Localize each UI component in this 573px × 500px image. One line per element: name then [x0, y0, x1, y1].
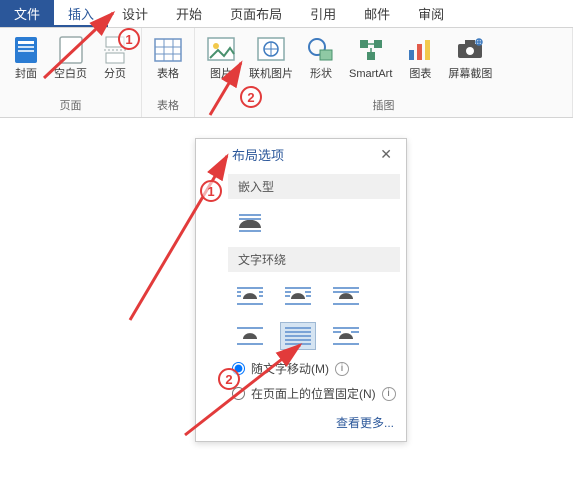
info-icon[interactable]: i — [382, 387, 396, 401]
layout-opt-tight[interactable] — [280, 282, 316, 310]
group-label: 表格 — [146, 95, 190, 117]
ribbon-body: 封面 空白页 分页 页面 表格 — [0, 28, 573, 118]
callout-2-picture: 2 — [240, 86, 262, 108]
btn-smartart[interactable]: SmartArt — [343, 30, 398, 81]
screenshot-icon — [454, 34, 486, 66]
tab-mail[interactable]: 邮件 — [350, 0, 404, 27]
group-tables: 表格 表格 — [142, 28, 195, 117]
btn-table[interactable]: 表格 — [146, 30, 190, 81]
picture-icon — [205, 34, 237, 66]
layout-opt-topbottom[interactable] — [232, 322, 268, 350]
btn-label: 封面 — [15, 68, 37, 81]
tab-design[interactable]: 设计 — [108, 0, 162, 27]
tab-references[interactable]: 引用 — [296, 0, 350, 27]
btn-label: 分页 — [104, 68, 126, 81]
layout-options-popout: 布局选项 ✕ 嵌入型 文字环绕 随文字移动(M) i 在页面上的位置固定 — [195, 138, 407, 442]
table-icon — [152, 34, 184, 66]
btn-label: 表格 — [157, 68, 179, 81]
info-icon[interactable]: i — [335, 362, 349, 376]
see-more-link[interactable]: 查看更多... — [222, 406, 406, 441]
btn-label: 图片 — [210, 68, 232, 81]
chart-icon — [404, 34, 436, 66]
btn-label: 形状 — [310, 68, 332, 81]
callout-2-option: 2 — [218, 368, 240, 390]
tab-insert[interactable]: 插入 — [54, 0, 108, 27]
online-picture-icon — [255, 34, 287, 66]
section-wrap: 文字环绕 — [228, 247, 400, 272]
btn-label: 图表 — [409, 68, 431, 81]
btn-label: SmartArt — [349, 68, 392, 81]
layout-opt-inline[interactable] — [232, 209, 268, 237]
btn-cover-page[interactable]: 封面 — [4, 30, 48, 81]
smartart-icon — [355, 34, 387, 66]
btn-label: 空白页 — [54, 68, 87, 81]
blank-page-icon — [55, 34, 87, 66]
tab-file[interactable]: 文件 — [0, 0, 54, 27]
shapes-icon — [305, 34, 337, 66]
layout-opt-through[interactable] — [328, 282, 364, 310]
btn-label: 联机图片 — [249, 68, 293, 81]
btn-label: 屏幕截图 — [448, 68, 492, 81]
btn-chart[interactable]: 图表 — [398, 30, 442, 81]
radio-input[interactable] — [232, 387, 245, 400]
radio-label: 随文字移动(M) — [251, 360, 329, 377]
callout-1-tab: 1 — [118, 28, 140, 50]
layout-opt-behind[interactable] — [280, 322, 316, 350]
btn-online-picture[interactable]: 联机图片 — [243, 30, 299, 81]
popout-title: 布局选项 — [232, 145, 284, 164]
radio-move-with-text[interactable]: 随文字移动(M) i — [222, 356, 406, 381]
tab-home[interactable]: 开始 — [162, 0, 216, 27]
btn-picture[interactable]: 图片 — [199, 30, 243, 81]
layout-opt-square[interactable] — [232, 282, 268, 310]
popout-close-button[interactable]: ✕ — [376, 146, 396, 163]
layout-opt-front[interactable] — [328, 322, 364, 350]
radio-label: 在页面上的位置固定(N) — [251, 385, 376, 402]
tab-pagelayout[interactable]: 页面布局 — [216, 0, 296, 27]
radio-fix-position[interactable]: 在页面上的位置固定(N) i — [222, 381, 406, 406]
tab-review[interactable]: 审阅 — [404, 0, 458, 27]
btn-blank-page[interactable]: 空白页 — [48, 30, 93, 81]
btn-shapes[interactable]: 形状 — [299, 30, 343, 81]
ribbon-tabs: 文件 插入 设计 开始 页面布局 引用 邮件 审阅 — [0, 0, 573, 28]
section-inline: 嵌入型 — [228, 174, 400, 199]
cover-page-icon — [10, 34, 42, 66]
callout-1-anchor: 1 — [200, 180, 222, 202]
btn-screenshot[interactable]: 屏幕截图 — [442, 30, 498, 81]
group-label: 页面 — [4, 95, 137, 117]
